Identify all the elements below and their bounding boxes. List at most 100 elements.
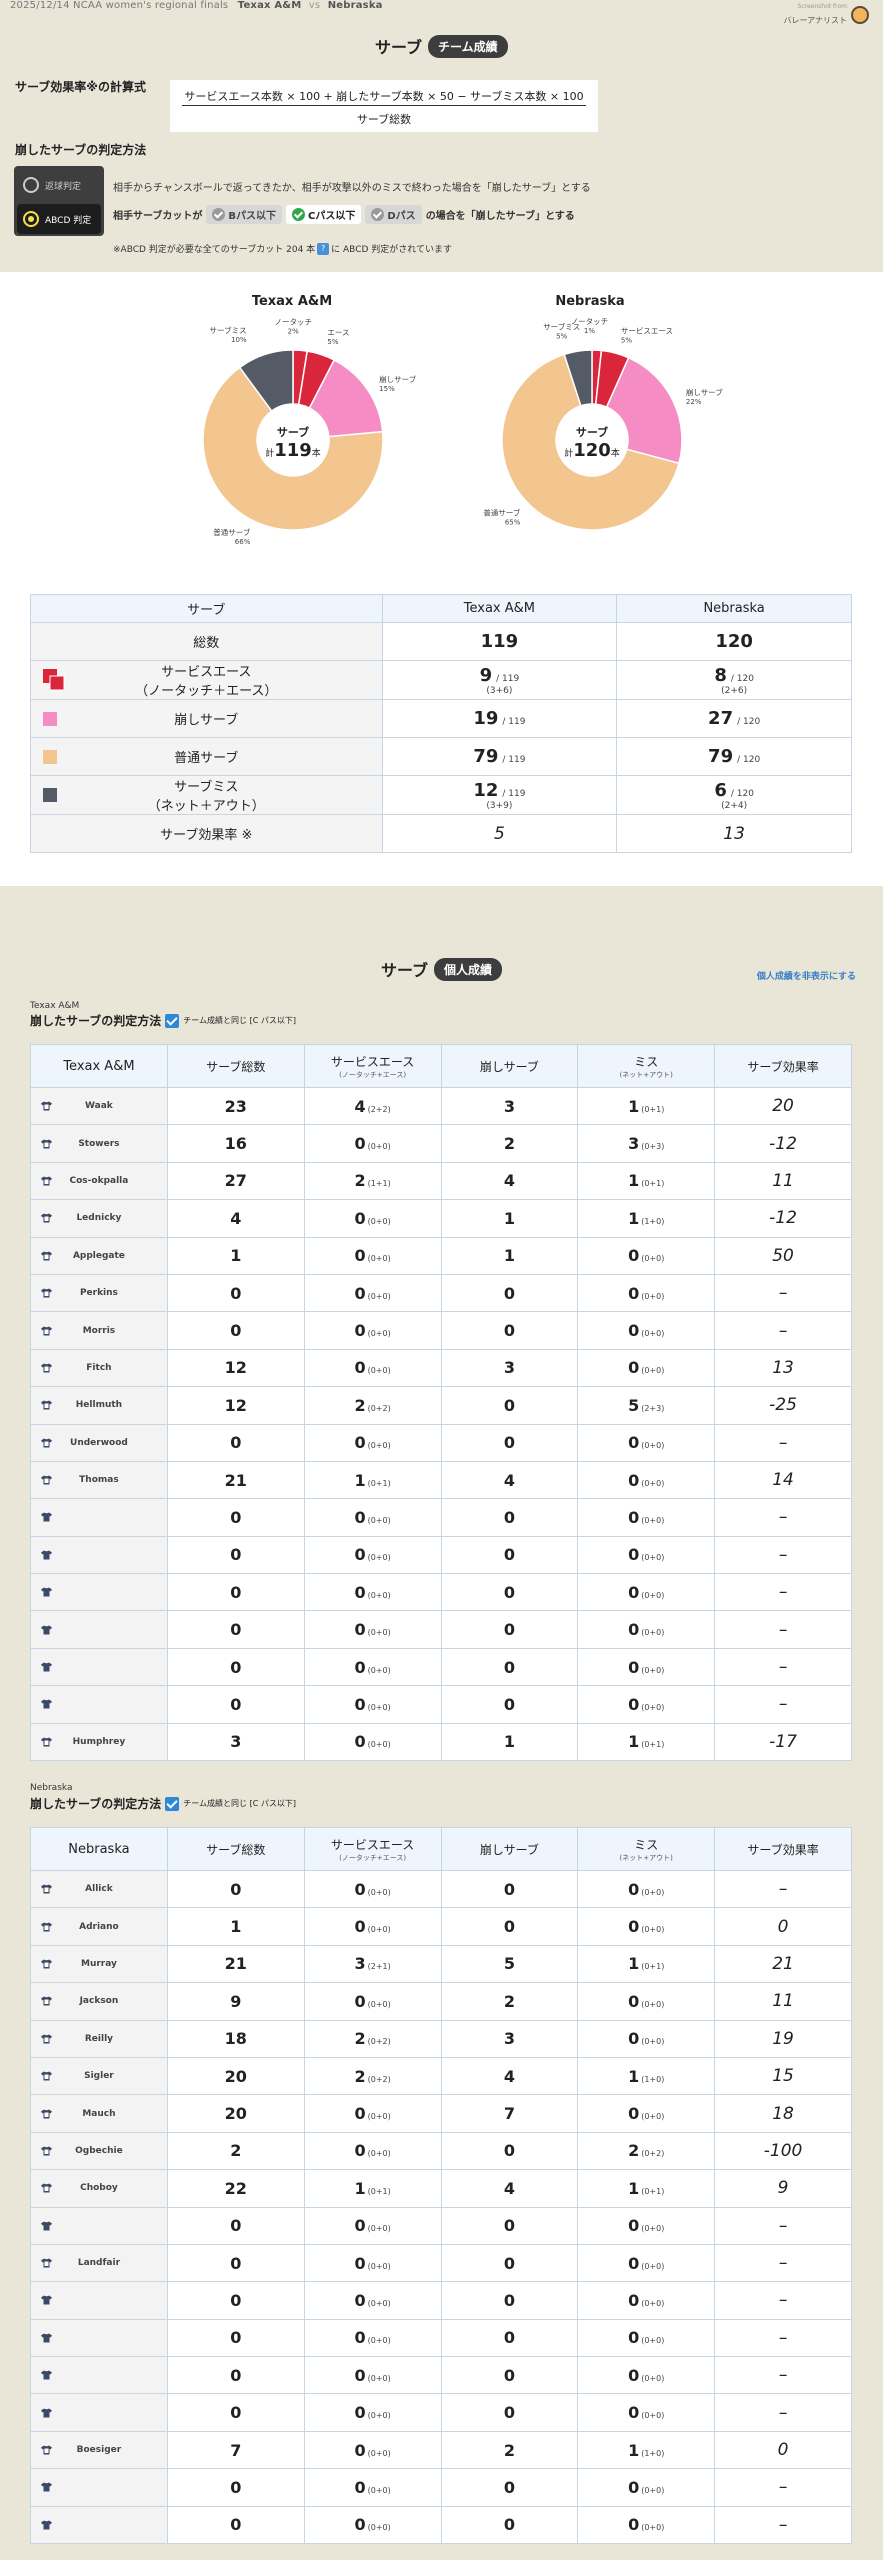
player-row[interactable]: Perkins 0 0 (0+0) 0 0 (0+0) – — [30, 1273, 852, 1313]
player-row[interactable]: Ogbechie 2 0 (0+0) 0 2 (0+2) -100 — [30, 2131, 852, 2171]
serve-total: 0 — [166, 1273, 305, 1313]
break-serve-count: 2 — [440, 2430, 579, 2470]
player-row[interactable]: Thomas 21 1 (0+1) 4 0 (0+0) 14 — [30, 1460, 852, 1500]
player-row[interactable]: Choboy 22 1 (0+1) 4 1 (0+1) 9 — [30, 2169, 852, 2208]
player-name-cell: Applegate — [30, 1236, 168, 1275]
player-row[interactable]: Fitch 12 0 (0+0) 3 0 (0+0) 13 — [30, 1348, 852, 1388]
player-row[interactable]: Jackson 9 0 (0+0) 2 0 (0+0) 11 — [30, 1982, 852, 2021]
player-row[interactable]: Humphrey 3 0 (0+0) 1 1 (0+1) -17 — [30, 1722, 852, 1762]
player-row[interactable]: Hellmuth 12 2 (0+2) 0 5 (2+3) -25 — [30, 1386, 852, 1425]
player-row[interactable]: Underwood 0 0 (0+0) 0 0 (0+0) – — [30, 1423, 852, 1462]
chip-c-pass[interactable]: Cパス以下 — [286, 205, 362, 224]
player-row[interactable]: 0 0 (0+0) 0 0 (0+0) – — [30, 2468, 852, 2507]
shirt-icon — [41, 1662, 52, 1672]
player-name-cell — [30, 1535, 168, 1575]
ace-cell: 0 (0+0) — [303, 2468, 442, 2507]
player-name-cell: Reilly — [30, 2019, 168, 2058]
mode-abcd-button[interactable]: ABCD 判定 — [17, 204, 101, 234]
ace-breakdown: (0+0) — [367, 1925, 391, 1935]
shirt-icon — [41, 2258, 52, 2268]
player-row[interactable]: 0 0 (0+0) 0 0 (0+0) – — [30, 1573, 852, 1612]
miss-count: 1 — [628, 1171, 640, 1191]
column-header-sub: (ネット+アウト) — [619, 1070, 673, 1079]
value-line: 19/ 119 — [383, 708, 617, 729]
player-row[interactable]: Applegate 1 0 (0+0) 1 0 (0+0) 50 — [30, 1236, 852, 1275]
judge-method-label: 崩したサーブの判定方法 — [15, 143, 147, 157]
player-row[interactable]: 0 0 (0+0) 0 0 (0+0) – — [30, 1610, 852, 1649]
player-name-cell: Landfair — [30, 2243, 168, 2283]
player-row[interactable]: Landfair 0 0 (0+0) 0 0 (0+0) – — [30, 2243, 852, 2283]
player-name: Underwood — [70, 1437, 128, 1448]
serve-total: 0 — [166, 1685, 305, 1724]
player-row[interactable]: 0 0 (0+0) 0 0 (0+0) – — [30, 1685, 852, 1724]
label-text: 普通サーブ — [31, 747, 382, 766]
break-serve-count: 1 — [440, 1199, 579, 1238]
player-row[interactable]: Waak 23 4 (2+2) 3 1 (0+1) 20 — [30, 1086, 852, 1126]
ace-count: 2 — [354, 1395, 366, 1415]
miss-breakdown: (0+0) — [641, 2373, 665, 2383]
player-row[interactable]: 0 0 (0+0) 0 0 (0+0) – — [30, 2356, 852, 2395]
same-as-team-checkbox[interactable] — [165, 1013, 180, 1028]
player-row[interactable]: Stowers 16 0 (0+0) 2 3 (0+3) -12 — [30, 1124, 852, 1163]
column-header-label: ミス — [634, 1054, 659, 1069]
player-row[interactable]: 0 0 (0+0) 0 0 (0+0) – — [30, 2281, 852, 2320]
ace-count: 0 — [354, 1358, 366, 1378]
chip-b-pass[interactable]: Bパス以下 — [206, 205, 283, 224]
ace-count: 0 — [354, 1433, 366, 1453]
column-header: サーブ総数 — [166, 1827, 305, 1871]
player-row[interactable]: Mauch 20 0 (0+0) 7 0 (0+0) 18 — [30, 2094, 852, 2133]
player-row[interactable]: 0 0 (0+0) 0 0 (0+0) – — [30, 2505, 852, 2545]
ace-cell: 0 (0+0) — [303, 1573, 442, 1612]
player-row[interactable]: Boesiger 7 0 (0+0) 2 1 (1+0) 0 — [30, 2430, 852, 2470]
mode-return-button[interactable]: 返球判定 — [17, 170, 101, 200]
ace-count: 0 — [354, 1879, 366, 1899]
serve-total: 0 — [166, 1610, 305, 1649]
miss-count: 0 — [628, 2290, 640, 2310]
summary-value-a: 5 — [381, 814, 618, 853]
serve-efficiency: 18 — [714, 2094, 852, 2133]
ace-count: 0 — [354, 1283, 366, 1303]
help-icon[interactable]: ? — [317, 242, 330, 255]
player-row[interactable]: Lednicky 4 0 (0+0) 1 1 (1+0) -12 — [30, 1199, 852, 1238]
pass-threshold-selector: 相手サーブカットが Bパス以下 Cパス以下 Dパス の場合を「崩したサーブ」とす… — [113, 205, 575, 224]
serve-total: 0 — [166, 1647, 305, 1687]
player-row[interactable]: 0 0 (0+0) 0 0 (0+0) – — [30, 2318, 852, 2358]
ace-breakdown: (0+0) — [367, 1740, 391, 1750]
miss-cell: 1 (0+1) — [577, 1722, 716, 1762]
hide-individual-link[interactable]: 個人成績を非表示にする — [757, 969, 856, 982]
summary-value-b: 27/ 120 — [616, 699, 852, 738]
serve-efficiency: – — [714, 1573, 852, 1612]
serve-total: 0 — [166, 1869, 305, 1909]
player-row[interactable]: Allick 0 0 (0+0) 0 0 (0+0) – — [30, 1869, 852, 1909]
break-serve-count: 0 — [440, 1423, 579, 1462]
player-row[interactable]: Morris 0 0 (0+0) 0 0 (0+0) – — [30, 1311, 852, 1350]
serve-total: 21 — [166, 1460, 305, 1500]
ace-cell: 0 (0+0) — [303, 1348, 442, 1388]
player-row[interactable]: Murray 21 3 (2+1) 5 1 (0+1) 21 — [30, 1944, 852, 1984]
chip-d-pass[interactable]: Dパス — [365, 205, 422, 224]
player-row[interactable]: 0 0 (0+0) 0 0 (0+0) – — [30, 2393, 852, 2432]
miss-cell: 2 (0+2) — [577, 2131, 716, 2171]
player-row[interactable]: 0 0 (0+0) 0 0 (0+0) – — [30, 1498, 852, 1537]
summary-value-a: 9/ 119 (3+6) — [381, 660, 618, 700]
player-row[interactable]: Cos-okpalla 27 2 (1+1) 4 1 (0+1) 11 — [30, 1161, 852, 1201]
same-as-team-checkbox[interactable] — [165, 1796, 180, 1811]
player-row[interactable]: Reilly 18 2 (0+2) 3 0 (0+0) 19 — [30, 2019, 852, 2058]
player-row[interactable]: Adriano 1 0 (0+0) 0 0 (0+0) 0 — [30, 1907, 852, 1946]
break-serve-count: 2 — [440, 1982, 579, 2021]
miss-count: 0 — [628, 1991, 640, 2011]
miss-cell: 0 (0+0) — [577, 2281, 716, 2320]
serve-total: 22 — [166, 2169, 305, 2208]
player-name: Landfair — [77, 2258, 121, 2269]
summary-row: 崩しサーブ 19/ 119 27/ 120 — [30, 699, 852, 738]
player-row[interactable]: Sigler 20 2 (0+2) 4 1 (1+0) 15 — [30, 2056, 852, 2096]
miss-breakdown: (0+0) — [641, 1329, 665, 1339]
serve-efficiency: 14 — [714, 1460, 852, 1500]
serve-efficiency: – — [714, 2393, 852, 2432]
player-row[interactable]: 0 0 (0+0) 0 0 (0+0) – — [30, 2206, 852, 2245]
break-serve-count: 0 — [440, 1535, 579, 1575]
player-name-cell: Adriano — [30, 1907, 168, 1946]
player-row[interactable]: 0 0 (0+0) 0 0 (0+0) – — [30, 1535, 852, 1575]
pie-label: 普通サーブ — [213, 527, 251, 537]
player-row[interactable]: 0 0 (0+0) 0 0 (0+0) – — [30, 1647, 852, 1687]
